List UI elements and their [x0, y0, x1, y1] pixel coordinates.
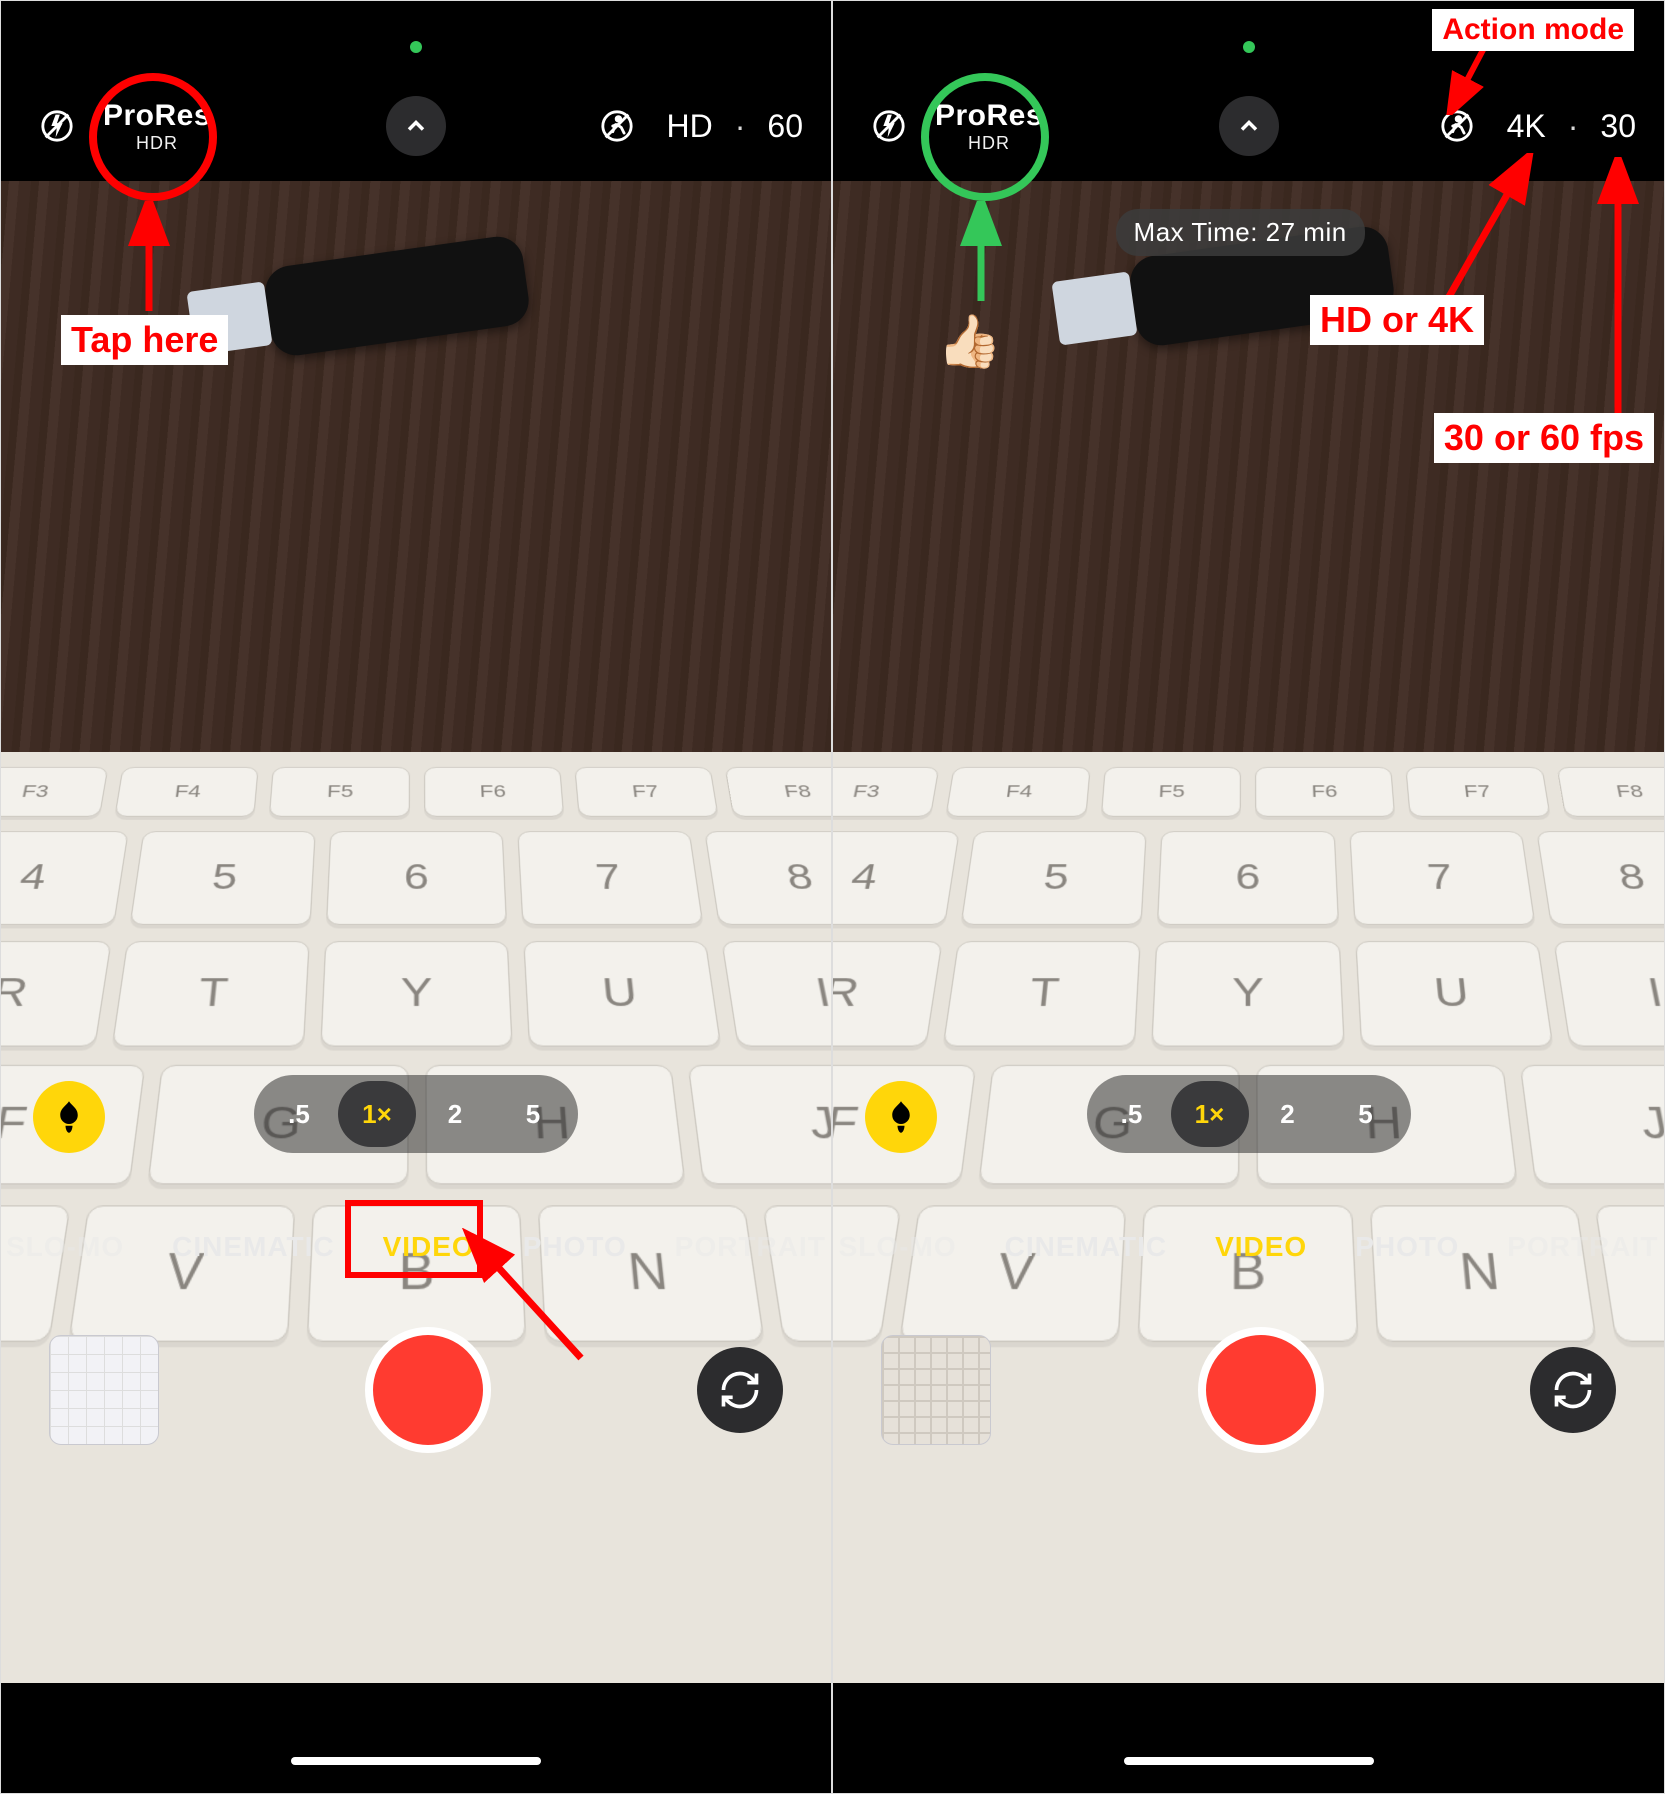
record-button[interactable]	[365, 1327, 491, 1453]
zoom-1x[interactable]: 1×	[1171, 1081, 1249, 1147]
mode-cinematic[interactable]: CINEMATIC	[1005, 1231, 1167, 1263]
camera-active-dot	[410, 41, 422, 53]
mode-video[interactable]: VIDEO	[383, 1231, 475, 1263]
mode-cinematic[interactable]: CINEMATIC	[172, 1231, 334, 1263]
camera-mode-selector[interactable]: SLO-MO CINEMATIC VIDEO PHOTO PORTRAIT	[833, 1231, 1664, 1263]
zoom-selector[interactable]: .5 1× 2 5	[1087, 1075, 1411, 1153]
zoom-selector[interactable]: .5 1× 2 5	[254, 1075, 578, 1153]
expand-controls-button[interactable]	[1219, 96, 1279, 156]
mode-photo[interactable]: PHOTO	[523, 1231, 627, 1263]
zoom-5[interactable]: 5	[494, 1081, 572, 1147]
prores-toggle[interactable]: ProRes HDR	[103, 99, 211, 154]
camera-mode-selector[interactable]: SLO-MO CINEMATIC VIDEO PHOTO PORTRAIT	[1, 1231, 831, 1263]
fps-toggle[interactable]: 60	[767, 108, 803, 145]
last-photo-thumbnail[interactable]	[49, 1335, 159, 1445]
hdr-label: HDR	[103, 133, 211, 154]
phone-screenshot-left: ProRes HDR HD · 60 F3F4F5F6F7F8 45678 RT…	[0, 0, 832, 1794]
flip-camera-button[interactable]	[697, 1347, 783, 1433]
annotation-action-mode: Action mode	[1432, 9, 1634, 51]
zoom-0-5[interactable]: .5	[1093, 1081, 1171, 1147]
hdr-label: HDR	[935, 133, 1043, 154]
action-mode-icon[interactable]	[589, 98, 645, 154]
camera-active-dot	[1243, 41, 1255, 53]
record-button[interactable]	[1198, 1327, 1324, 1453]
thumbs-up-icon: 👍🏻	[937, 311, 1002, 372]
flash-icon[interactable]	[29, 98, 85, 154]
action-mode-icon[interactable]	[1429, 98, 1485, 154]
phone-screenshot-right: ProRes HDR 4K · 30 Max Time: 27 min F3F4…	[832, 0, 1665, 1794]
zoom-5[interactable]: 5	[1327, 1081, 1405, 1147]
last-photo-thumbnail[interactable]	[881, 1335, 991, 1445]
mode-portrait[interactable]: PORTRAIT	[675, 1231, 826, 1263]
mode-slomo[interactable]: SLO-MO	[6, 1231, 124, 1263]
zoom-1x[interactable]: 1×	[338, 1081, 416, 1147]
camera-viewfinder: F3F4F5F6F7F8 45678 RTYUI FGHJ CVBNM	[1, 181, 831, 1683]
mode-slomo[interactable]: SLO-MO	[839, 1231, 957, 1263]
macro-mode-button[interactable]	[33, 1081, 105, 1153]
home-indicator[interactable]	[1124, 1757, 1374, 1765]
resolution-toggle[interactable]: HD	[667, 108, 713, 145]
zoom-2[interactable]: 2	[416, 1081, 494, 1147]
flip-camera-button[interactable]	[1530, 1347, 1616, 1433]
mode-photo[interactable]: PHOTO	[1355, 1231, 1459, 1263]
max-time-badge: Max Time: 27 min	[1116, 209, 1365, 256]
expand-controls-button[interactable]	[386, 96, 446, 156]
camera-top-bar: ProRes HDR HD · 60	[1, 81, 831, 171]
zoom-2[interactable]: 2	[1249, 1081, 1327, 1147]
prores-label: ProRes	[935, 99, 1043, 133]
annotation-tap-here: Tap here	[61, 315, 228, 365]
camera-top-bar: ProRes HDR 4K · 30	[833, 81, 1664, 171]
prores-toggle[interactable]: ProRes HDR	[935, 99, 1043, 154]
annotation-30-60-fps: 30 or 60 fps	[1434, 413, 1654, 463]
zoom-0-5[interactable]: .5	[260, 1081, 338, 1147]
mode-video[interactable]: VIDEO	[1215, 1231, 1307, 1263]
macro-mode-button[interactable]	[865, 1081, 937, 1153]
fps-toggle[interactable]: 30	[1600, 108, 1636, 145]
annotation-hd-4k: HD or 4K	[1310, 295, 1484, 345]
mode-portrait[interactable]: PORTRAIT	[1507, 1231, 1658, 1263]
home-indicator[interactable]	[291, 1757, 541, 1765]
separator-dot: ·	[735, 108, 746, 145]
resolution-toggle[interactable]: 4K	[1507, 108, 1546, 145]
camera-viewfinder: Max Time: 27 min F3F4F5F6F7F8 45678 RTYU…	[833, 181, 1664, 1683]
separator-dot: ·	[1568, 108, 1579, 145]
prores-label: ProRes	[103, 99, 211, 133]
flash-icon[interactable]	[861, 98, 917, 154]
